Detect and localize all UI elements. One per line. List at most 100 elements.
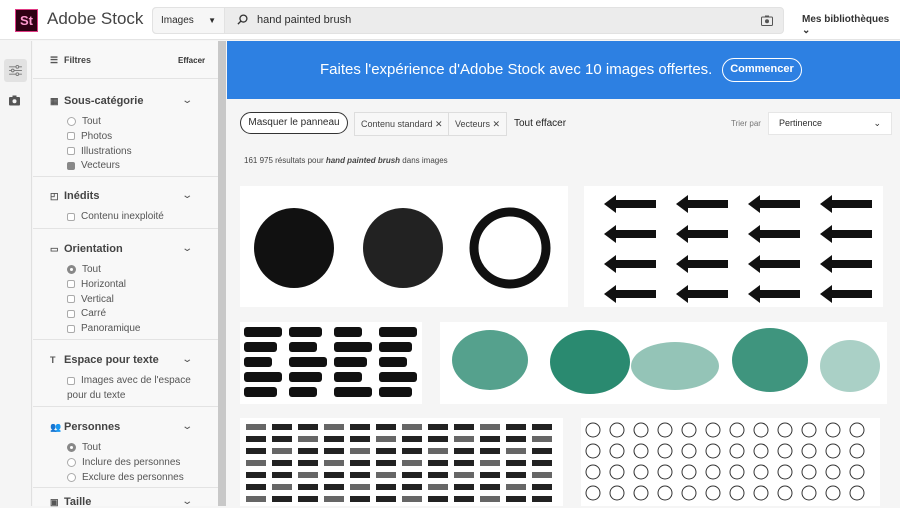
image-mark (298, 460, 318, 466)
filter-option[interactable]: pour du texte (67, 390, 125, 401)
radio[interactable] (67, 472, 76, 482)
filter-option[interactable]: Exclure des personnes (67, 472, 184, 483)
brand-name[interactable]: Adobe Stock (47, 9, 143, 29)
my-libraries-menu[interactable]: Mes bibliothèques ⌄ (802, 14, 900, 36)
start-button[interactable]: Commencer (722, 58, 802, 82)
radio[interactable] (67, 265, 76, 274)
section-title-4[interactable]: 👥 Personnes (50, 421, 120, 433)
sort-label: Trier par (731, 119, 761, 128)
image-mark (379, 387, 412, 397)
image-mark (334, 357, 367, 367)
clear-all-link[interactable]: Tout effacer (514, 118, 566, 129)
sidebar-scrollbar[interactable] (218, 41, 226, 506)
chip-vectors[interactable]: Vecteurs ✕ (448, 112, 508, 136)
image-mark (350, 472, 370, 478)
filters-panel: ☰ Filtres Effacer ▦ Sous-catégorie ⌄ Tout Pho… (33, 41, 218, 508)
filters-title: ☰ Filtres (50, 55, 92, 65)
image-mark (633, 464, 649, 480)
checkbox[interactable] (67, 132, 75, 141)
filter-option[interactable]: Photos (67, 131, 112, 142)
image-mark (402, 436, 422, 442)
image-mark (272, 448, 292, 454)
image-mark (585, 464, 601, 480)
image-mark (428, 460, 448, 466)
filter-option[interactable]: Contenu inexploité (67, 211, 164, 222)
checkbox[interactable] (67, 324, 75, 333)
image-mark (681, 464, 697, 480)
image-mark (289, 357, 327, 367)
chevron-down-icon[interactable]: ⌄ (181, 190, 193, 201)
section-title-2[interactable]: ▭ Orientation (50, 243, 123, 255)
chevron-down-icon[interactable]: ⌄ (181, 354, 193, 365)
image-mark (825, 464, 841, 480)
image-mark (350, 436, 370, 442)
filter-option[interactable]: Vecteurs (67, 160, 120, 171)
filter-option[interactable]: Vertical (67, 294, 114, 305)
filter-option[interactable]: Tout (67, 264, 101, 275)
chevron-down-icon[interactable]: ⌄ (181, 496, 193, 507)
result-image-doodles[interactable] (581, 418, 880, 506)
image-mark (825, 443, 841, 459)
clear-filters-link[interactable]: Effacer (178, 56, 205, 65)
radio[interactable] (67, 443, 76, 452)
checkbox[interactable] (67, 376, 75, 385)
image-mark (633, 485, 649, 501)
result-image-brush-strokes[interactable] (240, 322, 422, 404)
image-mark (777, 443, 793, 459)
image-mark (246, 436, 266, 442)
image-mark (820, 255, 872, 273)
section-title-5[interactable]: ▣ Taille (50, 496, 91, 508)
section-title-1[interactable]: ◰ Inédits (50, 190, 99, 202)
chip-standard-content[interactable]: Contenu standard ✕ (354, 112, 450, 136)
hide-panel-button[interactable]: Masquer le panneau (240, 112, 348, 134)
chevron-down-icon[interactable]: ⌄ (181, 421, 193, 432)
filter-option[interactable]: Tout (67, 442, 101, 453)
image-mark (777, 464, 793, 480)
checkbox[interactable] (67, 280, 75, 289)
result-image-brush-circles[interactable] (240, 186, 568, 307)
checkbox[interactable] (67, 295, 75, 304)
checkbox[interactable] (67, 147, 75, 156)
result-image-brush-textures[interactable] (240, 418, 563, 506)
adobe-stock-logo[interactable]: St (15, 9, 38, 32)
result-image-brush-arrows[interactable] (584, 186, 883, 307)
image-mark (289, 387, 317, 397)
divider (33, 406, 218, 407)
image-mark (506, 448, 526, 454)
result-image-watercolor-blobs[interactable] (440, 322, 887, 404)
radio[interactable] (67, 457, 76, 467)
image-mark (376, 460, 396, 466)
search-input[interactable]: hand painted brush (257, 8, 351, 33)
filter-option[interactable]: Panoramique (67, 323, 140, 334)
image-mark (454, 424, 474, 430)
checkbox[interactable] (67, 161, 75, 170)
filter-option[interactable]: Carré (67, 308, 106, 319)
image-mark (480, 484, 500, 490)
image-mark (633, 443, 649, 459)
filter-option[interactable]: Images avec de l'espace (67, 375, 191, 386)
image-mark (849, 485, 865, 501)
chevron-down-icon[interactable]: ⌄ (181, 95, 193, 106)
radio[interactable] (67, 117, 76, 126)
image-mark (298, 424, 318, 430)
chevron-down-icon[interactable]: ⌄ (181, 243, 193, 254)
image-mark (748, 195, 800, 213)
filters-rail-button[interactable] (4, 59, 27, 82)
filter-option[interactable]: Horizontal (67, 279, 126, 290)
section-title-3[interactable]: T Espace pour texte (50, 354, 159, 366)
section-title-0[interactable]: ▦ Sous-catégorie (50, 95, 143, 107)
sort-value: Pertinence (779, 118, 823, 128)
checkbox[interactable] (67, 212, 75, 221)
image-mark (272, 436, 292, 442)
section-icon: ◰ (50, 191, 59, 201)
camera-icon[interactable] (8, 95, 21, 106)
checkbox[interactable] (67, 309, 75, 318)
filter-option[interactable]: Tout (67, 116, 101, 127)
filter-option[interactable]: Illustrations (67, 146, 132, 157)
sort-dropdown[interactable]: Pertinence ⌄ (768, 112, 892, 135)
image-mark (454, 496, 474, 502)
camera-search-icon[interactable] (761, 15, 773, 26)
filter-option[interactable]: Inclure des personnes (67, 457, 180, 468)
search-type-dropdown[interactable]: Images ▼ (153, 8, 225, 33)
image-mark (604, 195, 656, 213)
